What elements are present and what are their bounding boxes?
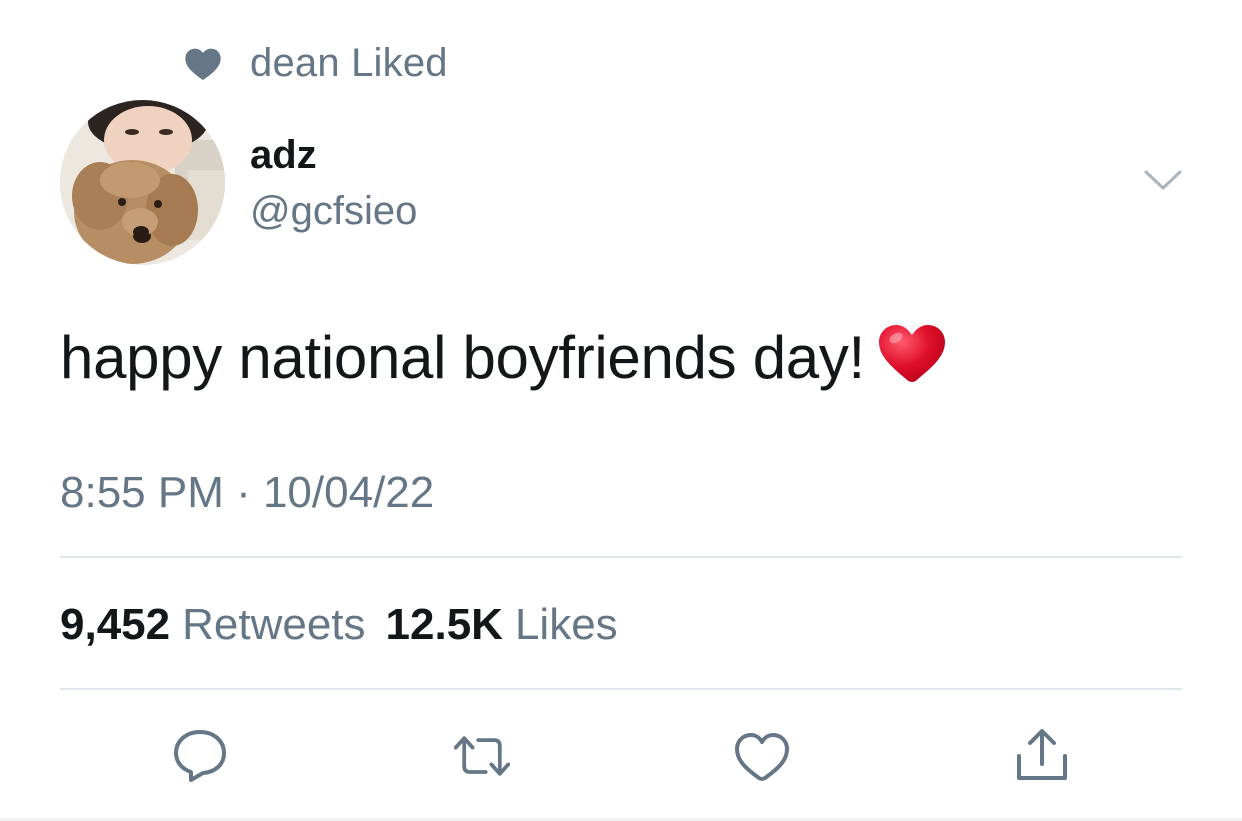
likes-count: 12.5K [385,600,503,649]
avatar-photo [60,100,225,265]
tweet-text: happy national boyfriends day! [60,320,947,396]
likes-label: Likes [514,600,618,649]
share-icon[interactable] [1012,726,1072,786]
divider [60,556,1182,558]
reply-icon[interactable] [170,726,230,786]
avatar[interactable] [60,100,225,265]
retweets-label: Retweets [182,600,366,649]
heart-outline-icon[interactable] [732,726,792,786]
retweet-icon[interactable] [452,726,512,786]
social-context-text[interactable]: dean Liked [250,41,448,86]
user-handle[interactable]: @gcfsieo [250,186,417,236]
retweets-stat[interactable]: 9,452 Retweets [60,598,366,652]
tweet-text-content: happy national boyfriends day! [60,324,865,391]
divider [60,688,1182,690]
red-heart-emoji-icon [877,322,947,386]
tweet-stats: 9,452 Retweets 12.5K Likes [60,598,638,652]
heart-icon [183,43,223,83]
social-context: dean Liked [183,38,448,88]
likes-stat[interactable]: 12.5K Likes [386,598,618,652]
tweet-timestamp[interactable]: 8:55 PM · 10/04/22 [60,466,434,520]
display-name[interactable]: adz [250,130,417,180]
user-block[interactable]: adz @gcfsieo [250,130,417,236]
more-options-chevron-icon[interactable] [1142,166,1184,194]
retweets-count: 9,452 [60,600,171,649]
